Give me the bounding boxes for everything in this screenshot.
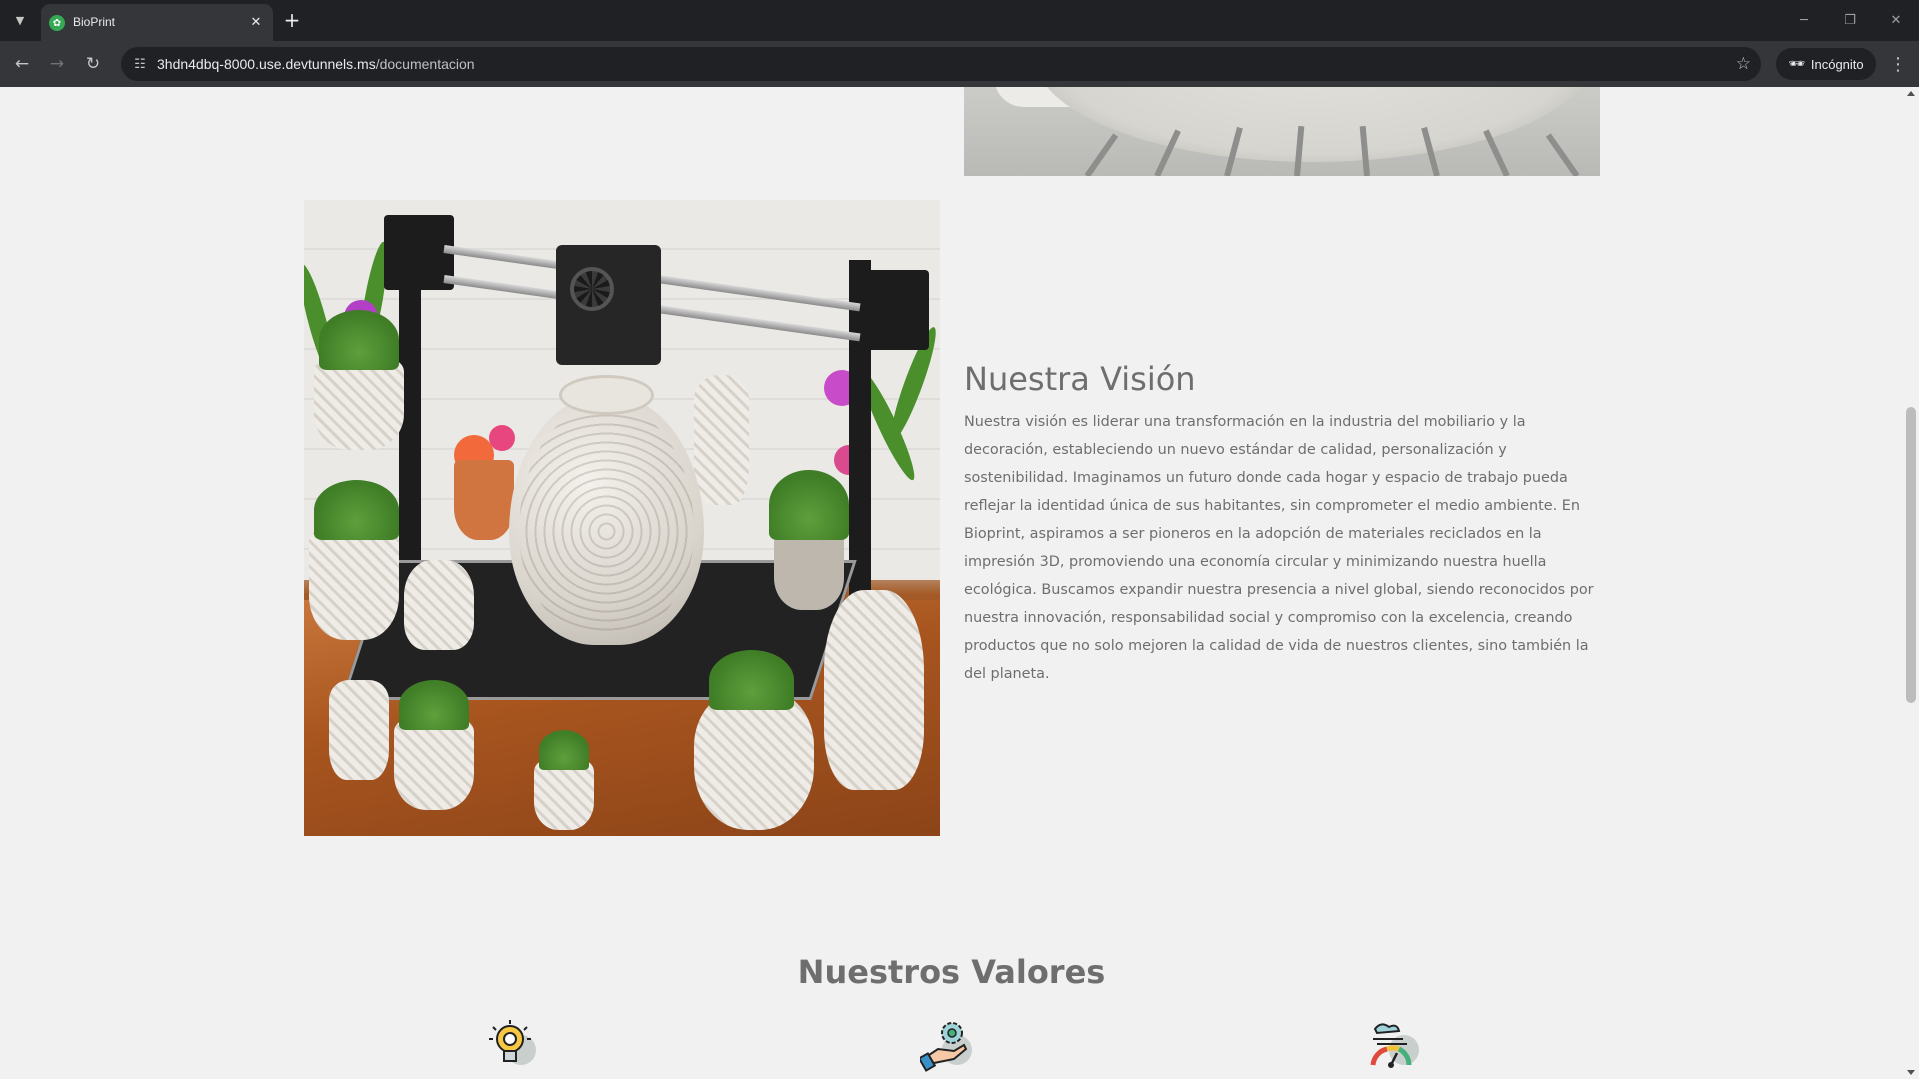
reload-button[interactable]: ↻ (79, 50, 107, 78)
succulent (314, 480, 399, 540)
page-scrollbar[interactable] (1903, 87, 1919, 1079)
rug-shape (1034, 87, 1594, 162)
print-head (556, 245, 661, 365)
white-vase (824, 590, 924, 790)
url-text[interactable]: 3hdn4dbq-8000.use.devtunnels.ms/document… (157, 56, 475, 72)
url-path: /documentacion (375, 56, 475, 72)
central-vase-neck (559, 375, 654, 415)
values-title: Nuestros Valores (797, 953, 1106, 991)
url-host: 3hdn4dbq-8000.use.devtunnels.ms (157, 56, 376, 72)
white-pot (314, 360, 404, 450)
sustainability-hand-gear-icon (920, 1017, 980, 1077)
tab-title: BioPrint (73, 15, 116, 29)
grey-pot (774, 530, 844, 610)
previous-section-image (964, 87, 1600, 176)
scrollbar-thumb[interactable] (1906, 407, 1916, 703)
vision-title: Nuestra Visión (964, 360, 1196, 398)
close-tab-icon[interactable]: ✕ (247, 13, 265, 31)
succulent (399, 680, 469, 730)
floor-plank (1483, 129, 1510, 176)
gauge-svg (1370, 1023, 1412, 1068)
plant (769, 470, 849, 540)
incognito-indicator[interactable]: 🕶 Incógnito (1776, 48, 1876, 80)
address-bar[interactable]: ☷ 3hdn4dbq-8000.use.devtunnels.ms/docume… (121, 47, 1761, 81)
vision-printer-image (304, 200, 940, 836)
white-pot (394, 720, 474, 810)
tab-search-button[interactable]: ▼ (8, 8, 32, 32)
forward-button[interactable]: → (43, 50, 71, 78)
vision-paragraph: Nuestra visión es liderar una transforma… (964, 414, 1594, 682)
browser-toolbar: ← → ↻ ☷ 3hdn4dbq-8000.use.devtunnels.ms/… (0, 41, 1919, 87)
printer-corner-right (859, 270, 929, 350)
white-vase (329, 680, 389, 780)
succulent (709, 650, 794, 710)
scroll-up-arrow-icon[interactable] (1907, 91, 1915, 96)
site-info-icon[interactable]: ☷ (131, 55, 149, 73)
white-pot (694, 690, 814, 830)
terracotta-pot (454, 460, 514, 540)
white-vase (694, 375, 749, 505)
browser-menu-icon[interactable]: ⋮ (1886, 50, 1910, 78)
active-tab[interactable]: ✿ BioPrint ✕ (41, 4, 273, 41)
close-window-button[interactable]: ✕ (1882, 8, 1910, 32)
print-head-fan (570, 267, 614, 311)
plant (319, 310, 399, 370)
hand-gear-svg (920, 1022, 968, 1072)
restore-button[interactable]: ❐ (1836, 8, 1864, 32)
minimize-button[interactable]: ─ (1790, 8, 1818, 32)
central-printed-vase (509, 395, 704, 645)
floor-plank (1084, 133, 1119, 176)
incognito-label: Incógnito (1810, 56, 1864, 72)
performance-gauge-icon (1367, 1017, 1427, 1077)
new-tab-button[interactable]: + (280, 8, 304, 32)
succulent (539, 730, 589, 770)
back-button[interactable]: ← (8, 50, 36, 78)
incognito-icon: 🕶 (1788, 56, 1805, 71)
pink-flower (489, 425, 515, 451)
bookmark-star-icon[interactable]: ☆ (1736, 54, 1751, 74)
white-vase (404, 560, 474, 650)
white-pot (309, 530, 399, 640)
tab-strip: ▼ ✿ BioPrint ✕ + ─ ❐ ✕ (0, 0, 1919, 41)
bioprint-favicon-icon: ✿ (49, 15, 65, 31)
floor-plank (1545, 133, 1580, 176)
page-viewport: Nuestra Visión Nuestra visión es liderar… (0, 87, 1903, 1079)
lightbulb-svg (489, 1020, 531, 1062)
white-pot (534, 760, 594, 830)
scroll-down-arrow-icon[interactable] (1907, 1070, 1915, 1075)
innovation-lightbulb-icon (484, 1017, 544, 1077)
